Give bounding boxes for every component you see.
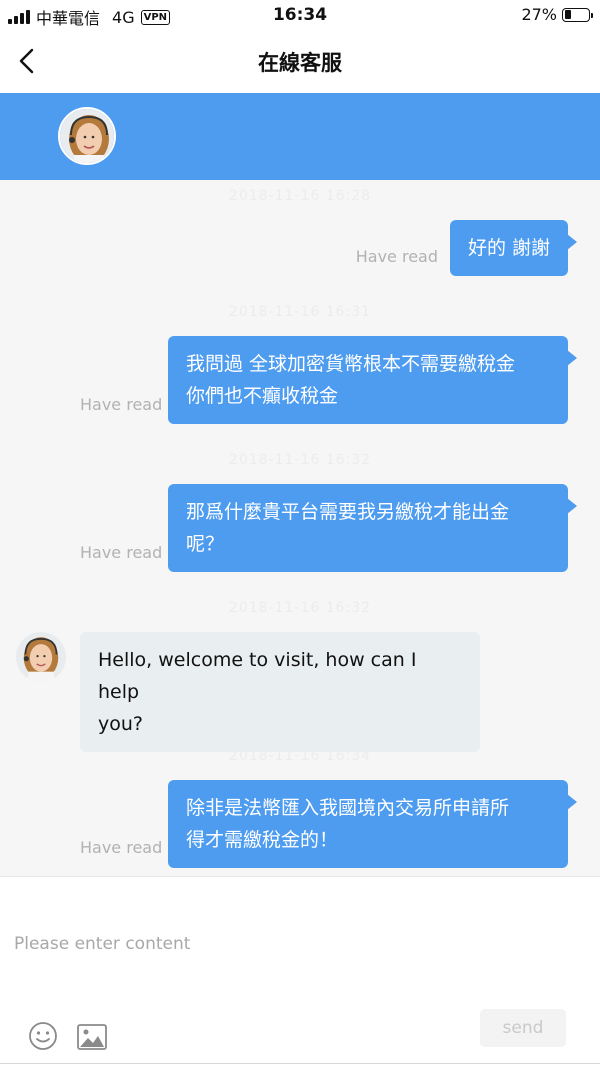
status-right: 27% xyxy=(521,5,593,24)
message-line: 那爲什麼貴平台需要我另繳稅才能出金 xyxy=(186,501,510,523)
outgoing-message[interactable]: 那爲什麼貴平台需要我另繳稅才能出金 呢？ xyxy=(168,484,577,572)
message-timestamp: 2018-11-16 16:32 xyxy=(228,452,372,468)
message-composer: send xyxy=(0,876,600,1067)
battery-fill xyxy=(564,10,571,19)
message-line: 呢？ xyxy=(186,533,225,555)
emoji-icon xyxy=(29,1022,57,1050)
agent-avatar-small[interactable] xyxy=(16,632,66,682)
message-line: 除非是法幣匯入我國境內交易所申請所 xyxy=(186,797,510,819)
message-line: Hello, welcome to visit, how can I help xyxy=(98,649,417,703)
read-status: Have read xyxy=(80,543,163,562)
message-line: you? xyxy=(98,713,143,735)
message-line: 好的 謝謝 xyxy=(467,237,550,259)
send-button[interactable]: send xyxy=(480,1009,566,1047)
read-status: Have read xyxy=(80,395,163,414)
outgoing-message[interactable]: 除非是法幣匯入我國境內交易所申請所 得才需繳稅金的！ xyxy=(168,780,577,868)
message-line: 你們也不癲收稅金 xyxy=(186,385,339,407)
message-timestamp: 2018-11-16 16:28 xyxy=(228,188,372,204)
message-line: 得才需繳稅金的！ xyxy=(186,829,339,851)
message-timestamp: 2018-11-16 16:31 xyxy=(228,304,372,320)
agent-header xyxy=(0,93,600,180)
agent-avatar[interactable] xyxy=(58,107,116,165)
outgoing-message[interactable]: 好的 謝謝 xyxy=(449,220,578,276)
agent-avatar-image xyxy=(16,632,66,682)
incoming-message[interactable]: Hello, welcome to visit, how can I help … xyxy=(80,632,480,752)
battery-percent: 27% xyxy=(521,5,557,24)
outgoing-message[interactable]: 我問過 全球加密貨幣根本不需要繳稅金 你們也不癲收稅金 xyxy=(168,336,577,424)
status-bar: 中華電信 4G VPN 16:34 27% xyxy=(0,0,600,30)
agent-avatar-image xyxy=(60,109,114,163)
message-input[interactable] xyxy=(14,927,584,961)
page-title: 在線客服 xyxy=(258,51,342,75)
emoji-button[interactable] xyxy=(28,1021,58,1051)
message-timestamp: 2018-11-16 16:34 xyxy=(228,748,372,764)
message-timestamp: 2018-11-16 16:32 xyxy=(228,600,372,616)
image-button[interactable] xyxy=(76,1023,108,1051)
battery-icon xyxy=(562,7,593,22)
status-time: 16:34 xyxy=(272,5,328,25)
chat-area[interactable]: 2018-11-16 16:28 Have read 好的 謝謝 2018-11… xyxy=(0,180,600,876)
read-status: Have read xyxy=(355,247,438,266)
read-status: Have read xyxy=(80,838,163,857)
nav-bar: 在線客服 xyxy=(0,30,600,93)
bottom-divider xyxy=(0,1063,600,1064)
image-icon xyxy=(77,1024,107,1050)
message-line: 我問過 全球加密貨幣根本不需要繳稅金 xyxy=(186,353,516,375)
